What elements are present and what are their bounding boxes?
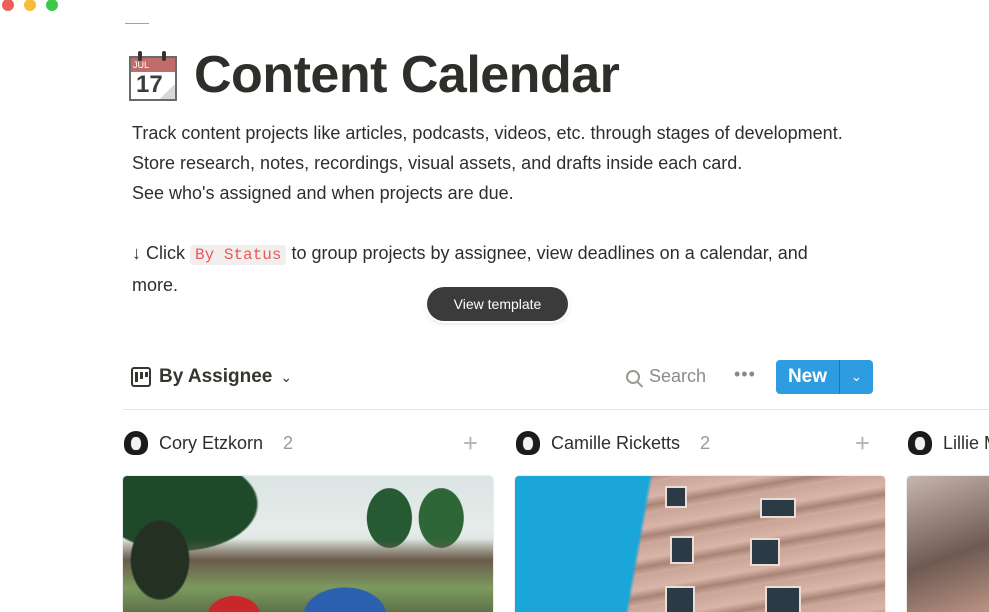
add-card-icon[interactable]: +	[463, 428, 478, 459]
new-button[interactable]: New	[776, 360, 839, 394]
column-header[interactable]: Lillie M	[907, 420, 989, 466]
search-button[interactable]: Search	[626, 366, 706, 387]
description-line: See who's assigned and when projects are…	[132, 183, 514, 203]
inline-code: By Status	[190, 245, 287, 265]
add-card-icon[interactable]: +	[855, 428, 870, 459]
description-line: Track content projects like articles, po…	[132, 123, 843, 143]
search-label: Search	[649, 366, 707, 386]
avatar	[515, 430, 541, 456]
view-name: By Assignee	[159, 366, 273, 387]
chevron-down-icon: ⌄	[280, 368, 293, 385]
card-cover-building-facade-image[interactable]	[515, 476, 885, 612]
description-line: Store research, notes, recordings, visua…	[132, 153, 743, 173]
page-description: Track content projects like articles, po…	[132, 118, 852, 300]
new-button-group: New ⌄	[776, 360, 873, 394]
minimize-window-button[interactable]	[24, 0, 36, 11]
close-window-button[interactable]	[2, 0, 14, 11]
card-cover-festival-crowd-image[interactable]	[123, 476, 493, 612]
column-name: Lillie M	[943, 432, 989, 453]
column-header[interactable]: Camille Ricketts 2 +	[515, 420, 885, 466]
column-header[interactable]: Cory Etzkorn 2 +	[123, 420, 493, 466]
card-cover-partial-image[interactable]	[907, 476, 989, 612]
new-dropdown-chevron-icon[interactable]: ⌄	[839, 360, 873, 394]
board-icon	[131, 367, 151, 387]
column-name: Camille Ricketts	[551, 432, 681, 453]
page-header: JUL 17 Content Calendar	[128, 45, 620, 105]
column-name: Cory Etzkorn	[159, 432, 264, 453]
column-count: 2	[700, 432, 711, 453]
page-title[interactable]: Content Calendar	[194, 45, 620, 105]
column-count: 2	[283, 432, 294, 453]
view-selector[interactable]: By Assignee ⌄	[131, 366, 292, 388]
arrow-down-icon: ↓	[132, 243, 141, 263]
avatar	[907, 430, 933, 456]
board-column: Camille Ricketts 2 +	[515, 420, 885, 612]
maximize-window-button[interactable]	[46, 0, 58, 11]
board-column: Lillie M	[907, 420, 989, 612]
board-column: Cory Etzkorn 2 +	[123, 420, 493, 612]
hint-prefix: Click	[146, 243, 186, 263]
calendar-icon[interactable]: JUL 17	[128, 50, 178, 101]
view-toolbar: By Assignee ⌄ Search ••• New ⌄	[123, 360, 989, 410]
view-template-button[interactable]: View template	[427, 287, 568, 321]
window-controls	[2, 0, 58, 11]
avatar	[123, 430, 149, 456]
search-icon	[626, 369, 640, 384]
divider	[125, 23, 149, 24]
more-options-icon[interactable]: •••	[734, 364, 756, 385]
